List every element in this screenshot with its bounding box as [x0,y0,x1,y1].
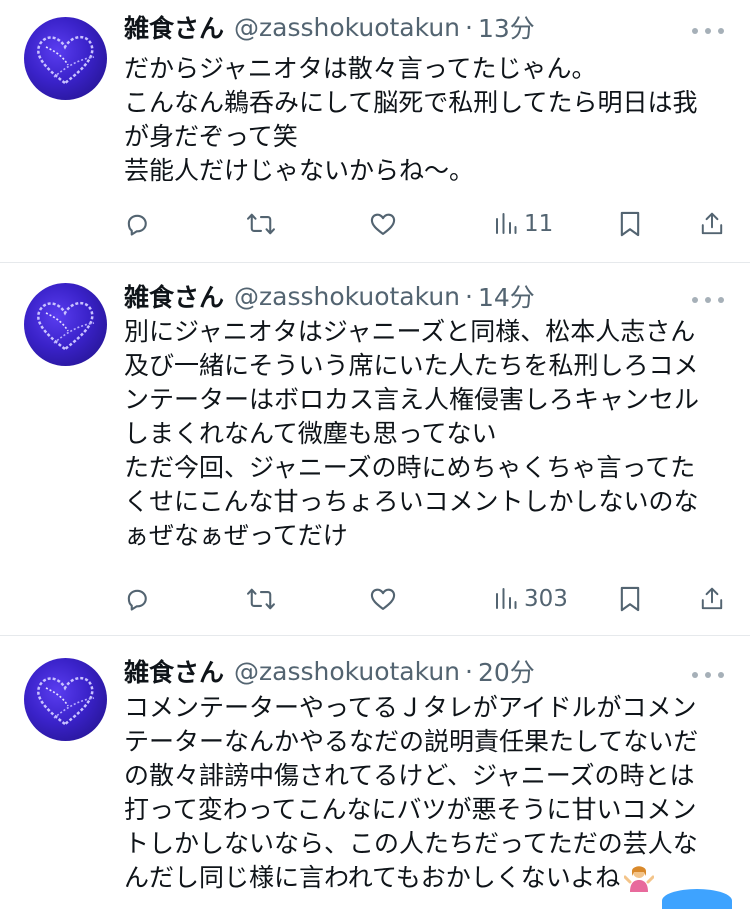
retweet-icon [247,213,275,235]
reply-button[interactable] [123,209,151,239]
text-line: テーターなんかやるなだの説明責任果たしてないだ [124,727,699,756]
display-name[interactable]: 雑食さん [124,653,224,689]
avatar-heart-image [37,35,95,85]
avatar[interactable] [24,17,107,100]
display-name[interactable]: 雑食さん [124,278,224,314]
separator: · [465,656,473,686]
share-button[interactable] [699,584,725,614]
like-icon [370,588,396,610]
text-line: 別にジャニオタはジャニーズと同様、松本人志さん [124,317,696,346]
text-line: んだし同じ様に言われてもおかしくないよね [124,861,730,895]
tweet-header: 雑食さん @zasshokuotakun · 13分 [124,10,535,44]
text-line: くせにこんな甘っちょろいコメントしかしないのな [124,487,699,516]
text-line: しまくれなんて微塵も思ってない [124,419,497,448]
reply-button[interactable] [123,584,151,614]
timestamp[interactable]: 20分 [478,653,535,689]
share-icon [701,587,723,610]
text-line: ただ今回、ジャニーズの時にめちゃくちゃ言ってた [124,453,696,482]
bookmark-icon [620,211,640,237]
share-button[interactable] [699,209,725,239]
bookmark-icon [620,586,640,612]
like-icon [370,213,396,235]
more-icon[interactable] [692,670,724,680]
user-handle[interactable]: @zasshokuotakun [234,657,460,686]
text-line: コメンテーターやってるＪタレがアイドルがコメン [124,693,697,722]
action-bar: 11 [0,209,750,239]
tweet[interactable]: 雑食さん @zasshokuotakun · 20分 コメンテーターやってるＪタ… [0,636,750,909]
retweet-button[interactable] [246,209,276,239]
more-icon[interactable] [692,26,724,36]
views-button[interactable]: 11 [494,209,553,239]
text-line: 及び一緒にそういう席にいた人たちを私刑しろコメ [124,351,699,380]
media-preview-edge[interactable] [662,889,732,909]
text-line: トしかしないなら、この人たちだってただの芸人な [124,829,698,858]
tweet-header: 雑食さん @zasshokuotakun · 14分 [124,279,535,313]
action-bar: 303 [0,584,750,614]
text-line: こんなん鵜呑みにして脳死で私刑してたら明日は我 [124,88,698,117]
avatar[interactable] [24,283,107,366]
display-name[interactable]: 雑食さん [124,9,224,45]
views-count: 303 [524,586,568,612]
separator: · [465,281,473,311]
reply-icon [127,214,147,236]
text-line-content: んだし同じ様に言われてもおかしくないよね [124,863,621,892]
avatar-heart-image [37,676,95,726]
timestamp[interactable]: 14分 [478,278,535,314]
person-shrugging-emoji [624,866,655,892]
text-line: 芸能人だけじゃないからね〜。 [124,156,475,185]
text-line: だからジャニオタは散々言ってたじゃん。 [124,54,597,83]
avatar-heart-image [37,301,95,351]
avatar[interactable] [24,658,107,741]
retweet-icon [247,588,275,610]
separator: · [465,12,473,42]
text-line: の散々誹謗中傷されてるけど、ジャニーズの時とは [124,761,695,790]
bookmark-button[interactable] [618,584,642,614]
tweet[interactable]: 雑食さん @zasshokuotakun · 13分 だからジャニオタは散々言っ… [0,0,750,262]
tweet-text: コメンテーターやってるＪタレがアイドルがコメン テーターなんかやるなだの説明責任… [124,691,730,895]
views-count: 11 [524,211,554,237]
views-button[interactable]: 303 [494,584,568,614]
share-icon [701,212,723,235]
text-line: が身だぞって笑 [124,122,298,151]
views-icon [496,213,517,234]
tweet-header: 雑食さん @zasshokuotakun · 20分 [124,654,535,688]
user-handle[interactable]: @zasshokuotakun [234,282,460,311]
retweet-button[interactable] [246,584,276,614]
text-line: 打って変わってこんなにバツが悪そうに甘いコメン [124,795,697,824]
reply-icon [127,589,147,611]
text-line: ぁぜなぁぜってだけ [124,521,348,550]
like-button[interactable] [369,209,397,239]
like-button[interactable] [369,584,397,614]
text-line: ンテーターはボロカス言え人権侵害しろキャンセル [124,385,700,414]
views-icon [496,588,517,609]
bookmark-button[interactable] [618,209,642,239]
more-icon[interactable] [692,295,724,305]
tweet-text: 別にジャニオタはジャニーズと同様、松本人志さん 及び一緒にそういう席にいた人たち… [124,315,730,553]
tweet[interactable]: 雑食さん @zasshokuotakun · 14分 別にジャニオタはジャニーズ… [0,263,750,635]
timestamp[interactable]: 13分 [478,9,535,45]
user-handle[interactable]: @zasshokuotakun [234,13,460,42]
tweet-text: だからジャニオタは散々言ってたじゃん。 こんなん鵜呑みにして脳死で私刑してたら明… [124,52,730,188]
